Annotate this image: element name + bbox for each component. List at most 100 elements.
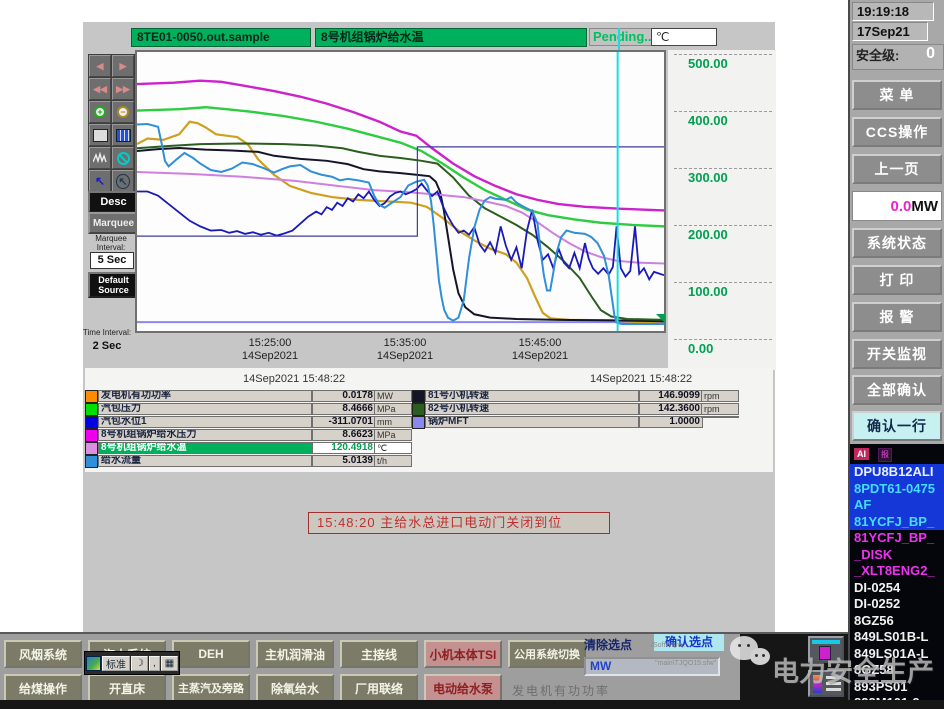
cursor-mode-button[interactable]: ↖ [89, 170, 111, 192]
list-item[interactable]: 893PS01 [850, 679, 944, 696]
point-title-box[interactable]: 8号机组锅炉给水温 [315, 28, 587, 47]
point-tag-box[interactable]: 8TE01-0050.out.sample [131, 28, 311, 47]
nav-main-wiring[interactable]: 主接线 [340, 640, 418, 668]
nav-main-steam[interactable]: 主蒸汽及旁路 [172, 674, 250, 702]
y-tick: 300.00 [688, 170, 728, 185]
series-value: -311.0701 [312, 416, 376, 428]
legend-row-selected[interactable]: 8号机组锅炉给水温 120.4918 ℃ [85, 442, 412, 455]
legend-row[interactable]: 锅炉MFT 1.0000 [412, 416, 739, 429]
y-axis-scale: 500.00 400.00 300.00 200.00 100.00 0.00 [668, 50, 776, 370]
nav-aux-power[interactable]: 厂用联络 [340, 674, 418, 702]
alarm-button[interactable]: 报 警 [852, 302, 942, 332]
legend-row[interactable]: 82号小机转速 142.3600 rpm [412, 403, 739, 416]
ime-logo-icon [86, 655, 101, 671]
nav-bed[interactable]: 开直床 [88, 674, 166, 702]
zoom-out-button[interactable]: − [112, 101, 134, 123]
taskbar-app-icon[interactable] [808, 636, 844, 663]
zoom-in-button[interactable]: + [89, 101, 111, 123]
marquee-button[interactable]: Marquee [88, 212, 139, 234]
chart-cursor-line[interactable] [618, 28, 620, 50]
keyboard-icon[interactable]: ▦ [160, 655, 179, 671]
series-unit: ℃ [374, 442, 412, 454]
previous-page-button[interactable]: 上一页 [852, 154, 942, 184]
trend-chart-area[interactable] [135, 50, 666, 333]
system-status-button[interactable]: 系统状态 [852, 228, 942, 258]
clock-time: 19:19:18 [852, 2, 934, 21]
nav-common-switch[interactable]: 公用系统切换 [508, 640, 586, 668]
list-item[interactable]: 81YCFJ_BP_ [850, 513, 944, 530]
series-label: 给水流量 [98, 455, 312, 467]
nav-deh[interactable]: DEH [172, 640, 250, 668]
list-item[interactable]: _XLT8ENG2_ [850, 563, 944, 580]
series-value: 142.3600 [639, 403, 703, 415]
marquee-interval-value[interactable]: 5 Sec [90, 252, 134, 269]
data-grid-button[interactable] [112, 124, 134, 146]
list-item[interactable]: 849LS01A-L [850, 646, 944, 663]
step-forward-button[interactable]: ▶ [112, 55, 134, 77]
list-item[interactable]: DI-0254 [850, 580, 944, 597]
unit-power-display: 0.0 MW [852, 191, 942, 221]
legend-left-timestamp: 14Sep2021 15:48:22 [243, 373, 346, 385]
clear-selection-button[interactable]: 清除选点 [584, 636, 650, 652]
ime-toolbar[interactable]: 标准 ☽ , ▦ [84, 651, 181, 675]
nav-coal[interactable]: 给煤操作 [4, 674, 82, 702]
ccs-operate-button[interactable]: CCS操作 [852, 117, 942, 147]
fast-forward-button[interactable]: ▶▶ [112, 78, 134, 100]
list-item[interactable]: _DISK [850, 547, 944, 564]
legend-right-timestamp: 14Sep2021 15:48:22 [590, 373, 693, 385]
step-back-button[interactable]: ◀ [89, 55, 111, 77]
series-unit: MW [374, 390, 412, 402]
window-list-button[interactable] [89, 124, 111, 146]
ack-one-line-button[interactable]: 确认一行 [852, 411, 942, 441]
ime-mode-label[interactable]: 标准 [102, 655, 130, 671]
series-swatch [85, 403, 98, 416]
rewind-button[interactable]: ◀◀ [89, 78, 111, 100]
menu-button[interactable]: 菜 单 [852, 80, 942, 110]
list-item[interactable]: DI-0252 [850, 596, 944, 613]
moon-icon[interactable]: ☽ [131, 655, 148, 671]
print-button[interactable]: 打 印 [852, 265, 942, 295]
series-unit: rpm [701, 403, 739, 415]
legend-row[interactable]: 8号机组锅炉给水压力 8.6623 MPa [85, 429, 412, 442]
default-source-button[interactable]: Default Source [88, 272, 139, 298]
right-sidebar: 19:19:18 17Sep21 安全级: 0 菜 单 CCS操作 上一页 0.… [848, 0, 944, 709]
trend-toolbar: ◀ ▶ ◀◀ ▶▶ + − ↖ ↖ [88, 54, 135, 193]
switch-monitor-button[interactable]: 开关监视 [852, 339, 942, 369]
forward-icon: ▶▶ [116, 83, 130, 94]
list-item[interactable]: AF [850, 497, 944, 514]
list-item[interactable]: DPU8B12ALI [850, 464, 944, 481]
series-label: 汽包压力 [98, 403, 312, 415]
nav-tsi[interactable]: 小机本体TSI [424, 640, 502, 668]
list-item[interactable]: 8GZ58 [850, 662, 944, 679]
power-value: 0.0 [890, 197, 912, 215]
security-label: 安全级: [856, 48, 900, 63]
screen-bottom-strip [0, 700, 944, 709]
list-item[interactable]: 8GZ56 [850, 613, 944, 630]
list-item[interactable]: 8PDT61-0475 [850, 480, 944, 497]
legend-row[interactable]: 81号小机转速 146.9099 rpm [412, 390, 739, 403]
taskbar-app-icon[interactable] [808, 670, 844, 697]
series-unit: mm [374, 416, 412, 428]
legend-row[interactable]: 发电机有功功率 0.0178 MW [85, 390, 412, 403]
trend-curves-button[interactable] [89, 147, 111, 169]
legend-row[interactable]: 汽包水位1 -311.0701 mm [85, 416, 412, 429]
legend-row[interactable]: 给水流量 5.0139 t/h [85, 455, 412, 468]
left-arrow-icon: ◀ [96, 60, 104, 71]
nav-deaerator[interactable]: 除氧给水 [256, 674, 334, 702]
punct-icon[interactable]: , [148, 655, 160, 671]
legend-row[interactable]: 汽包压力 8.4666 MPa [85, 403, 412, 416]
list-item[interactable]: 81YCFJ_BP_ [850, 530, 944, 547]
list-item[interactable]: 849LS01B-L [850, 629, 944, 646]
series-swatch [412, 416, 425, 429]
unit-box[interactable]: ℃ [651, 28, 717, 46]
disable-button[interactable] [112, 147, 134, 169]
alarm-message: 15:48:20 主给水总进口电动门关闭到位 [308, 512, 610, 534]
nav-fengyan[interactable]: 风烟系统 [4, 640, 82, 668]
cursor-select-button[interactable]: ↖ [112, 170, 134, 192]
ack-all-button[interactable]: 全部确认 [852, 375, 942, 405]
desc-button[interactable]: Desc [88, 191, 139, 213]
series-label: 8号机组锅炉给水温 [98, 442, 312, 454]
nav-motor-feed-pump[interactable]: 电动给水泵 [424, 674, 502, 702]
series-unit [701, 416, 739, 418]
nav-lube-oil[interactable]: 主机润滑油 [256, 640, 334, 668]
